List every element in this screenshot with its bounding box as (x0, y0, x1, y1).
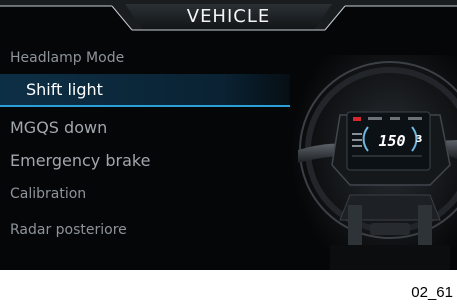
menu-item-label: Headlamp Mode (10, 50, 125, 66)
menu-item-calibration[interactable]: Calibration (10, 180, 310, 208)
figure-code: 02_61 (411, 284, 453, 301)
menu-item-radar-posteriore[interactable]: Radar posteriore (10, 216, 310, 244)
menu-item-label: MGQS down (10, 118, 108, 137)
page-title: VEHICLE (186, 6, 271, 27)
menu-item-label: Radar posteriore (10, 222, 127, 238)
menu-item-mgqs-down[interactable]: MGQS down (10, 114, 310, 142)
vehicle-menu-list: Headlamp Mode Shift light MGQS down Emer… (0, 42, 330, 252)
menu-item-emergency-brake[interactable]: Emergency brake (10, 147, 310, 175)
dashboard-speed-readout: 150 (378, 132, 406, 150)
dashboard-gear-readout: 3 (415, 134, 423, 145)
menu-item-label: Shift light (26, 80, 103, 99)
vehicle-menu-screen: VEHICLE 150 3 Headlamp Mode Shift light … (0, 0, 457, 270)
menu-item-label: Calibration (10, 186, 87, 202)
menu-item-headlamp-mode[interactable]: Headlamp Mode (10, 44, 310, 72)
menu-item-label: Emergency brake (10, 151, 151, 170)
menu-item-shift-light[interactable]: Shift light (10, 76, 326, 104)
